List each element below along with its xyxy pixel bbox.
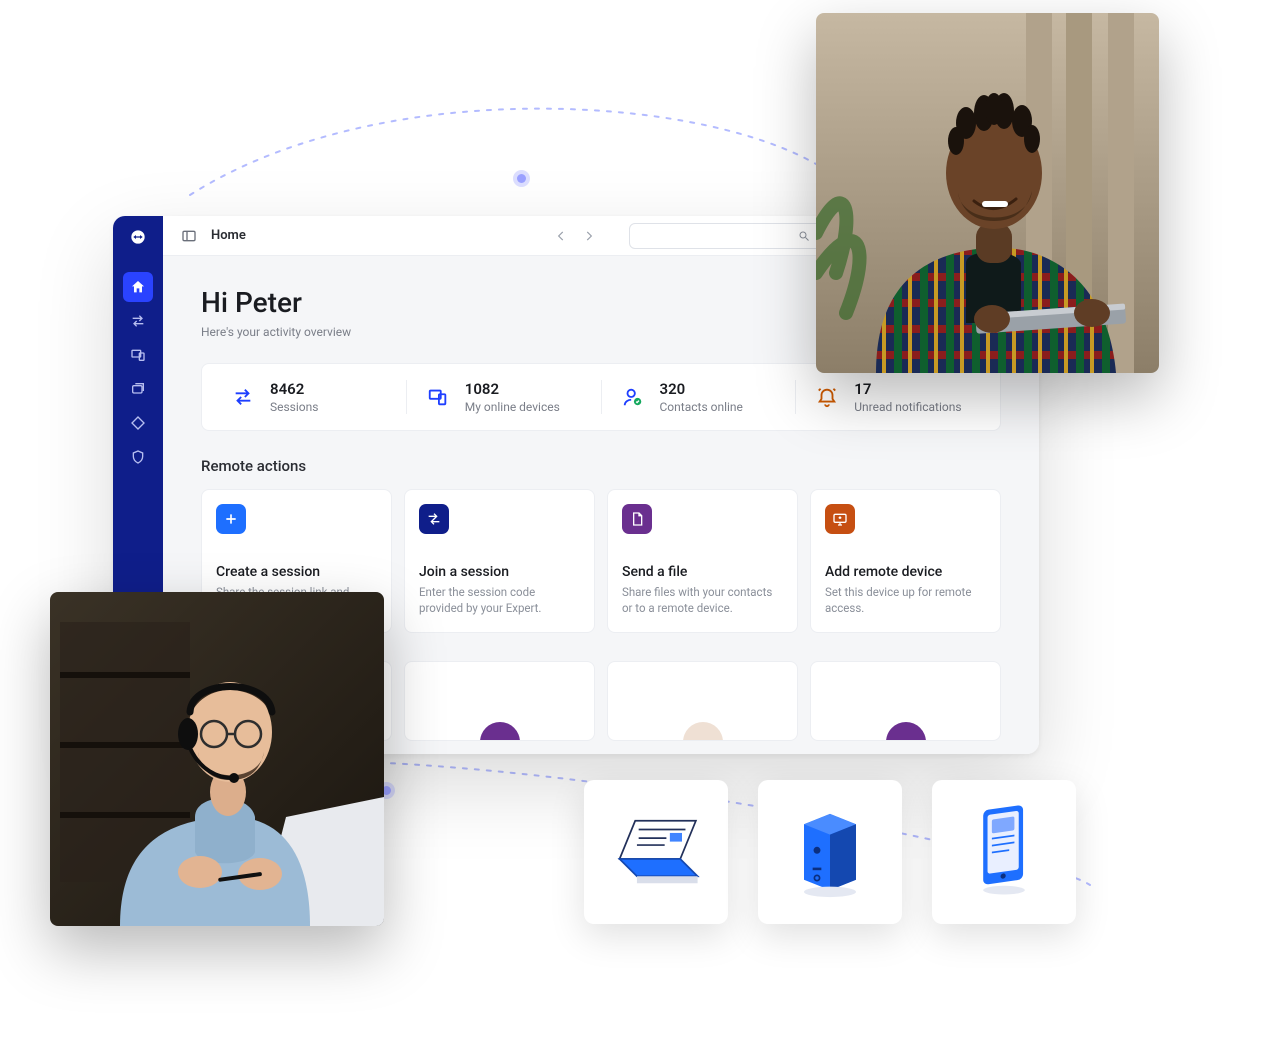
stat-label: Unread notifications xyxy=(854,400,961,414)
shield-icon xyxy=(130,449,146,465)
panel-toggle-icon[interactable] xyxy=(181,228,197,244)
search-icon xyxy=(798,230,810,242)
card-desc: Share files with your contacts or to a r… xyxy=(622,584,783,616)
stat-value: 1082 xyxy=(465,380,560,398)
contact-card[interactable] xyxy=(607,661,798,741)
stat-contacts[interactable]: 320 Contacts online xyxy=(602,380,797,414)
window-stack-icon xyxy=(130,381,146,397)
sidebar-item-shield[interactable] xyxy=(123,442,153,472)
chevron-right-icon xyxy=(582,229,596,243)
path-dot xyxy=(517,174,526,183)
history-nav xyxy=(549,224,601,248)
stats-row: 8462 Sessions 1082 My online devices xyxy=(201,363,1001,431)
stat-sessions[interactable]: 8462 Sessions xyxy=(212,380,407,414)
card-join-session[interactable]: Join a session Enter the session code pr… xyxy=(404,489,595,633)
sidebar-item-screens[interactable] xyxy=(123,374,153,404)
devices-icon xyxy=(425,384,451,410)
avatar xyxy=(886,722,926,741)
remote-actions-title: Remote actions xyxy=(201,457,1001,475)
card-send-file[interactable]: Send a file Share files with your contac… xyxy=(607,489,798,633)
bell-icon xyxy=(814,384,840,410)
stat-notifications[interactable]: 17 Unread notifications xyxy=(796,380,990,414)
device-tiles xyxy=(584,780,1076,924)
back-button[interactable] xyxy=(549,224,573,248)
avatar xyxy=(480,722,520,741)
avatar xyxy=(683,722,723,741)
tag-icon xyxy=(130,415,146,431)
app-logo xyxy=(123,222,153,252)
sidebar-item-tag[interactable] xyxy=(123,408,153,438)
server-icon xyxy=(778,800,882,904)
devices-icon xyxy=(130,347,146,363)
page-title: Home xyxy=(211,228,246,243)
device-tile-server[interactable] xyxy=(758,780,902,924)
arrows-swap-icon xyxy=(230,384,256,410)
home-icon xyxy=(130,279,146,295)
phone-icon xyxy=(952,800,1056,904)
card-title: Join a session xyxy=(419,564,580,580)
user-check-icon xyxy=(620,384,646,410)
card-add-remote-device[interactable]: Add remote device Set this device up for… xyxy=(810,489,1001,633)
stat-label: Contacts online xyxy=(660,400,743,414)
stat-label: Sessions xyxy=(270,400,318,414)
forward-button[interactable] xyxy=(577,224,601,248)
stat-label: My online devices xyxy=(465,400,560,414)
file-icon xyxy=(622,504,652,534)
sidebar-item-sessions[interactable] xyxy=(123,306,153,336)
card-desc: Set this device up for remote access. xyxy=(825,584,986,616)
contact-card[interactable] xyxy=(810,661,1001,741)
stat-value: 8462 xyxy=(270,380,318,398)
laptop-icon xyxy=(604,800,708,904)
card-title: Add remote device xyxy=(825,564,986,580)
sidebar-item-devices[interactable] xyxy=(123,340,153,370)
plus-icon xyxy=(216,504,246,534)
photo-user-tablet xyxy=(816,13,1159,373)
card-title: Send a file xyxy=(622,564,783,580)
stat-value: 320 xyxy=(660,380,743,398)
stat-devices[interactable]: 1082 My online devices xyxy=(407,380,602,414)
monitor-plus-icon xyxy=(825,504,855,534)
photo-support-agent xyxy=(50,592,384,926)
card-title: Create a session xyxy=(216,564,377,580)
device-tile-phone[interactable] xyxy=(932,780,1076,924)
device-tile-laptop[interactable] xyxy=(584,780,728,924)
chevron-left-icon xyxy=(554,229,568,243)
card-desc: Enter the session code provided by your … xyxy=(419,584,580,616)
arrows-swap-icon xyxy=(130,313,146,329)
contact-card[interactable] xyxy=(404,661,595,741)
sidebar-item-home[interactable] xyxy=(123,272,153,302)
stat-value: 17 xyxy=(854,380,961,398)
arrows-swap-icon xyxy=(419,504,449,534)
